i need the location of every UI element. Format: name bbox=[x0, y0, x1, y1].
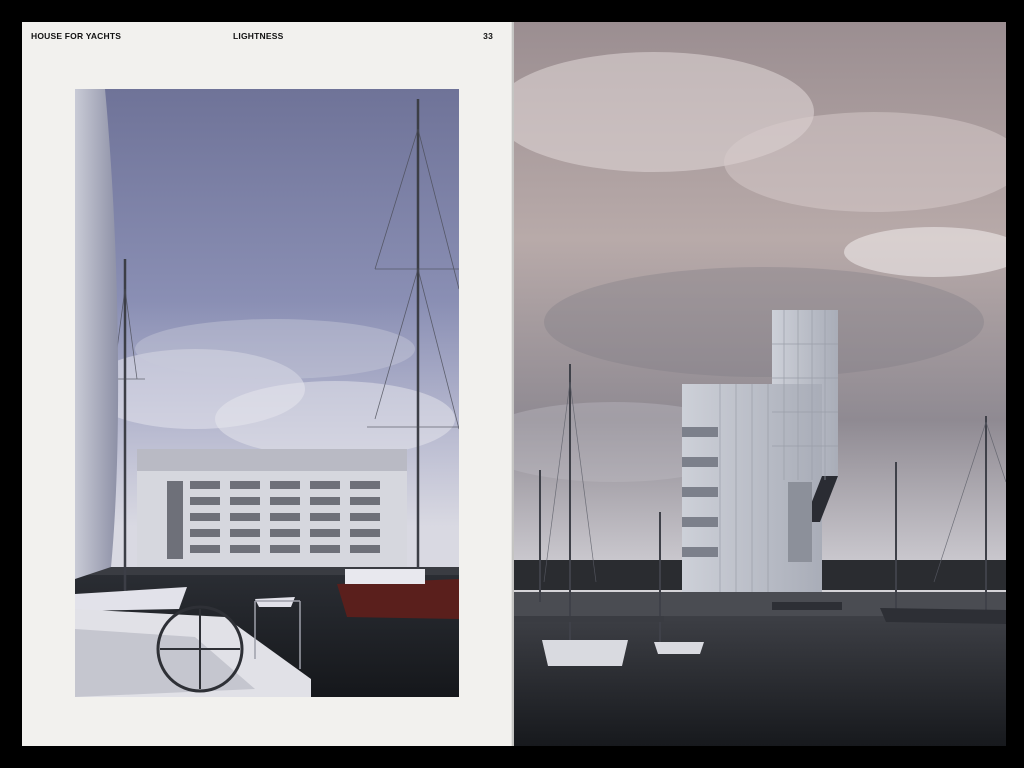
right-photo bbox=[514, 22, 1006, 746]
page-header: HOUSE FOR YACHTS LIGHTNESS 33 bbox=[22, 31, 514, 45]
section-title: LIGHTNESS bbox=[233, 31, 284, 41]
marina-render-left bbox=[75, 89, 459, 697]
left-photo bbox=[75, 89, 459, 697]
marina-render-right bbox=[514, 22, 1006, 746]
publication-title: HOUSE FOR YACHTS bbox=[31, 31, 122, 41]
left-page: HOUSE FOR YACHTS LIGHTNESS 33 bbox=[22, 22, 514, 746]
magazine-spread: HOUSE FOR YACHTS LIGHTNESS 33 bbox=[0, 0, 1024, 768]
page-number: 33 bbox=[483, 31, 493, 41]
